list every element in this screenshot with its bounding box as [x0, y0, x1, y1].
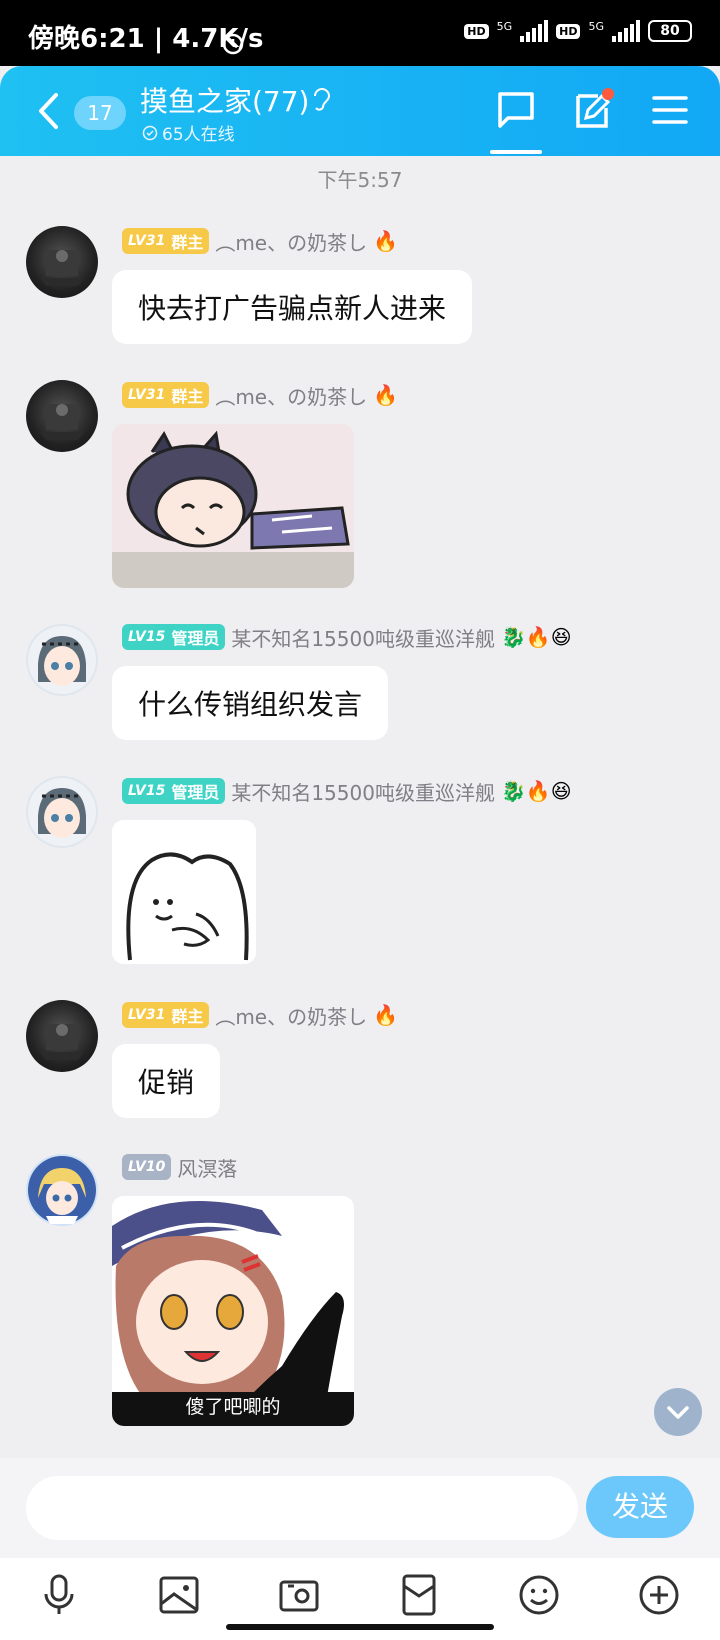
camera-icon[interactable]: [276, 1572, 322, 1618]
sender-name[interactable]: ︵me、の奶茶し: [215, 1001, 367, 1030]
sender-meta: LV15 管理员 某不知名15500吨级重巡洋舰 🐉🔥😆: [122, 776, 572, 806]
level-badge: LV15 管理员: [122, 624, 226, 650]
chat-header: 17 摸鱼之家(77) 65人在线: [0, 66, 720, 156]
sender-name[interactable]: ︵me、の奶茶し: [215, 227, 367, 256]
avatar[interactable]: [26, 624, 98, 696]
avatar[interactable]: [26, 1154, 98, 1226]
tab-indicator: [490, 150, 542, 154]
sender-name[interactable]: 风溟落: [177, 1153, 237, 1182]
group-title[interactable]: 摸鱼之家(77): [140, 80, 309, 120]
hd-badge: HD: [464, 23, 489, 39]
battery-icon: 80: [648, 20, 692, 42]
sender-name[interactable]: ︵me、の奶茶し: [215, 381, 367, 410]
network-type: 5G: [588, 20, 604, 33]
level-badge: LV31 群主: [122, 382, 210, 408]
unread-count-badge[interactable]: 17: [74, 96, 126, 130]
fire-icon: 🔥: [373, 1003, 399, 1027]
sticker-image[interactable]: 傻了吧唧的: [112, 1196, 354, 1426]
sender-meta: LV31 群主 ︵me、の奶茶し 🔥: [122, 1000, 398, 1030]
online-count: 65人在线: [162, 125, 235, 145]
image-icon[interactable]: [156, 1572, 202, 1618]
sender-name[interactable]: 某不知名15500吨级重巡洋舰: [231, 623, 495, 652]
alarm-icon: [222, 33, 244, 55]
plus-icon[interactable]: [636, 1572, 682, 1618]
back-arrow-icon[interactable]: [36, 92, 60, 130]
signal-icon: [612, 20, 640, 42]
fire-icon: 🔥: [373, 229, 399, 253]
message-bubble[interactable]: 什么传销组织发言: [112, 666, 389, 740]
input-bar: 发送: [0, 1458, 720, 1640]
red-packet-icon[interactable]: [396, 1572, 442, 1618]
sender-meta: LV10 风溟落: [122, 1152, 237, 1182]
level-badge: LV31 群主: [122, 1002, 210, 1028]
hd-badge: HD: [556, 23, 581, 39]
message-timestamp: 下午5:57: [317, 168, 403, 192]
badge-icons: 🐉🔥😆: [500, 625, 572, 649]
level-badge: LV10: [122, 1154, 172, 1180]
sticker-caption: 傻了吧唧的: [185, 1396, 281, 1418]
chat-bubble-icon[interactable]: [494, 88, 538, 132]
signal-icon: [520, 20, 549, 42]
fire-icon: 🔥: [373, 383, 399, 407]
message-bubble[interactable]: 快去打广告骗点新人进来: [112, 270, 473, 344]
edit-note-icon[interactable]: [570, 88, 614, 132]
message-input[interactable]: [26, 1476, 578, 1540]
check-circle-icon: [142, 125, 158, 140]
home-indicator: [226, 1624, 494, 1630]
status-bar: 傍晚6:21 | 4.7K/s HD 5G HD 5G 80: [0, 0, 720, 66]
scroll-to-bottom-button[interactable]: [654, 1388, 702, 1436]
network-type: 5G: [496, 20, 513, 33]
avatar[interactable]: [26, 226, 98, 298]
level-badge: LV31 群主: [122, 228, 210, 254]
chevron-down-icon: [667, 1406, 689, 1419]
microphone-icon[interactable]: [36, 1572, 82, 1618]
sender-meta: LV31 群主 ︵me、の奶茶し 🔥: [122, 226, 398, 256]
sender-name[interactable]: 某不知名15500吨级重巡洋舰: [231, 777, 495, 806]
ear-icon: [314, 88, 331, 111]
menu-icon[interactable]: [648, 88, 692, 132]
sticker-image[interactable]: [112, 424, 354, 588]
badge-icons: 🐉🔥😆: [500, 779, 572, 803]
avatar[interactable]: [26, 380, 98, 452]
sticker-image[interactable]: [112, 820, 256, 964]
toolbar: [0, 1566, 720, 1626]
emoji-icon[interactable]: [516, 1572, 562, 1618]
send-button[interactable]: 发送: [586, 1476, 694, 1538]
avatar[interactable]: [26, 776, 98, 848]
sender-meta: LV31 群主 ︵me、の奶茶し 🔥: [122, 380, 398, 410]
online-status: 65人在线: [142, 120, 235, 145]
sender-meta: LV15 管理员 某不知名15500吨级重巡洋舰 🐉🔥😆: [122, 622, 572, 652]
level-badge: LV15 管理员: [122, 778, 226, 804]
avatar[interactable]: [26, 1000, 98, 1072]
message-bubble[interactable]: 促销: [112, 1044, 221, 1118]
